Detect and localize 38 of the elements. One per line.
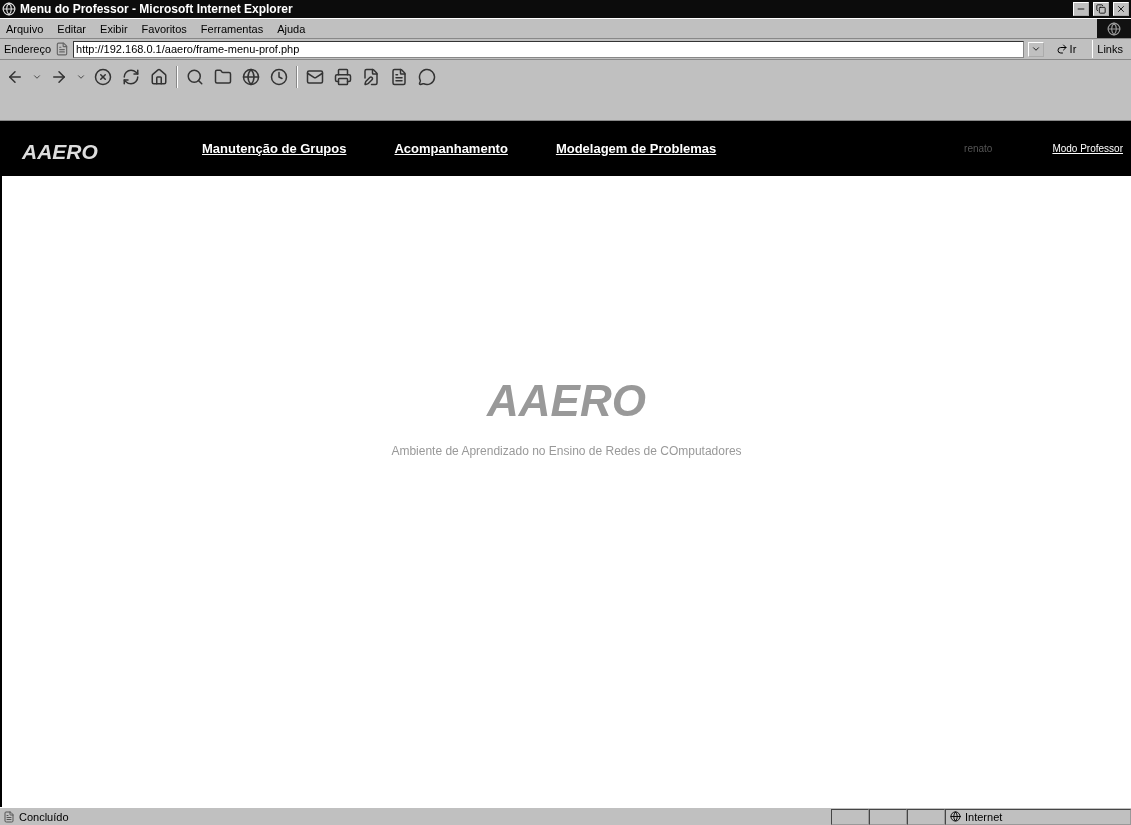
- mode-link[interactable]: Modo Professor: [1052, 143, 1123, 154]
- restore-icon: [1096, 4, 1106, 14]
- stop-icon[interactable]: [92, 66, 114, 88]
- subtitle: Ambiente de Aprendizado no Ensino de Redes de COmputadores: [391, 444, 742, 458]
- page-icon: [55, 42, 70, 56]
- status-text: Concluído: [18, 810, 70, 823]
- restore-button[interactable]: [1093, 2, 1109, 16]
- menu-item[interactable]: Editar: [57, 22, 87, 35]
- menu-item[interactable]: Ajuda: [277, 22, 306, 35]
- menu-item[interactable]: Exibir: [100, 22, 128, 35]
- nav-link[interactable]: Modelagem de Problemas: [555, 141, 717, 156]
- close-button[interactable]: [1113, 2, 1129, 16]
- nav-link[interactable]: Manutenção de Grupos: [202, 141, 347, 156]
- dropdown-icon: [1030, 44, 1041, 54]
- address-field[interactable]: http://192.168.0.1/aaero/frame-menu-prof.php: [73, 40, 1024, 58]
- main-title: AAERO: [487, 376, 646, 426]
- browser-icon: [2, 2, 16, 16]
- status-panel: [869, 808, 907, 825]
- printer-icon[interactable]: [332, 66, 354, 88]
- user-name: renato: [964, 143, 993, 154]
- globe-icon[interactable]: [240, 66, 262, 88]
- speech-bubble-icon[interactable]: [416, 66, 438, 88]
- window-title: Menu do Professor - Microsoft Internet Explorer: [20, 2, 294, 16]
- menu-item[interactable]: Favoritos: [141, 22, 187, 35]
- zone-text: Internet: [965, 810, 1003, 823]
- minimize-button[interactable]: [1073, 2, 1089, 16]
- site-logo: AAERO: [22, 139, 99, 164]
- close-icon: [1116, 4, 1126, 14]
- dropdown-button[interactable]: [1027, 41, 1044, 57]
- menu-item[interactable]: Ferramentas: [200, 22, 264, 35]
- menu-item[interactable]: Arquivo: [6, 22, 44, 35]
- page-icon: [3, 810, 15, 823]
- nav-link[interactable]: Acompanhamento: [394, 141, 508, 156]
- clock-icon[interactable]: [268, 66, 290, 88]
- globe-icon: [950, 811, 961, 822]
- address-label: Endereço: [4, 43, 52, 55]
- go-arrow-icon: [1055, 43, 1068, 55]
- status-panel: [831, 808, 869, 825]
